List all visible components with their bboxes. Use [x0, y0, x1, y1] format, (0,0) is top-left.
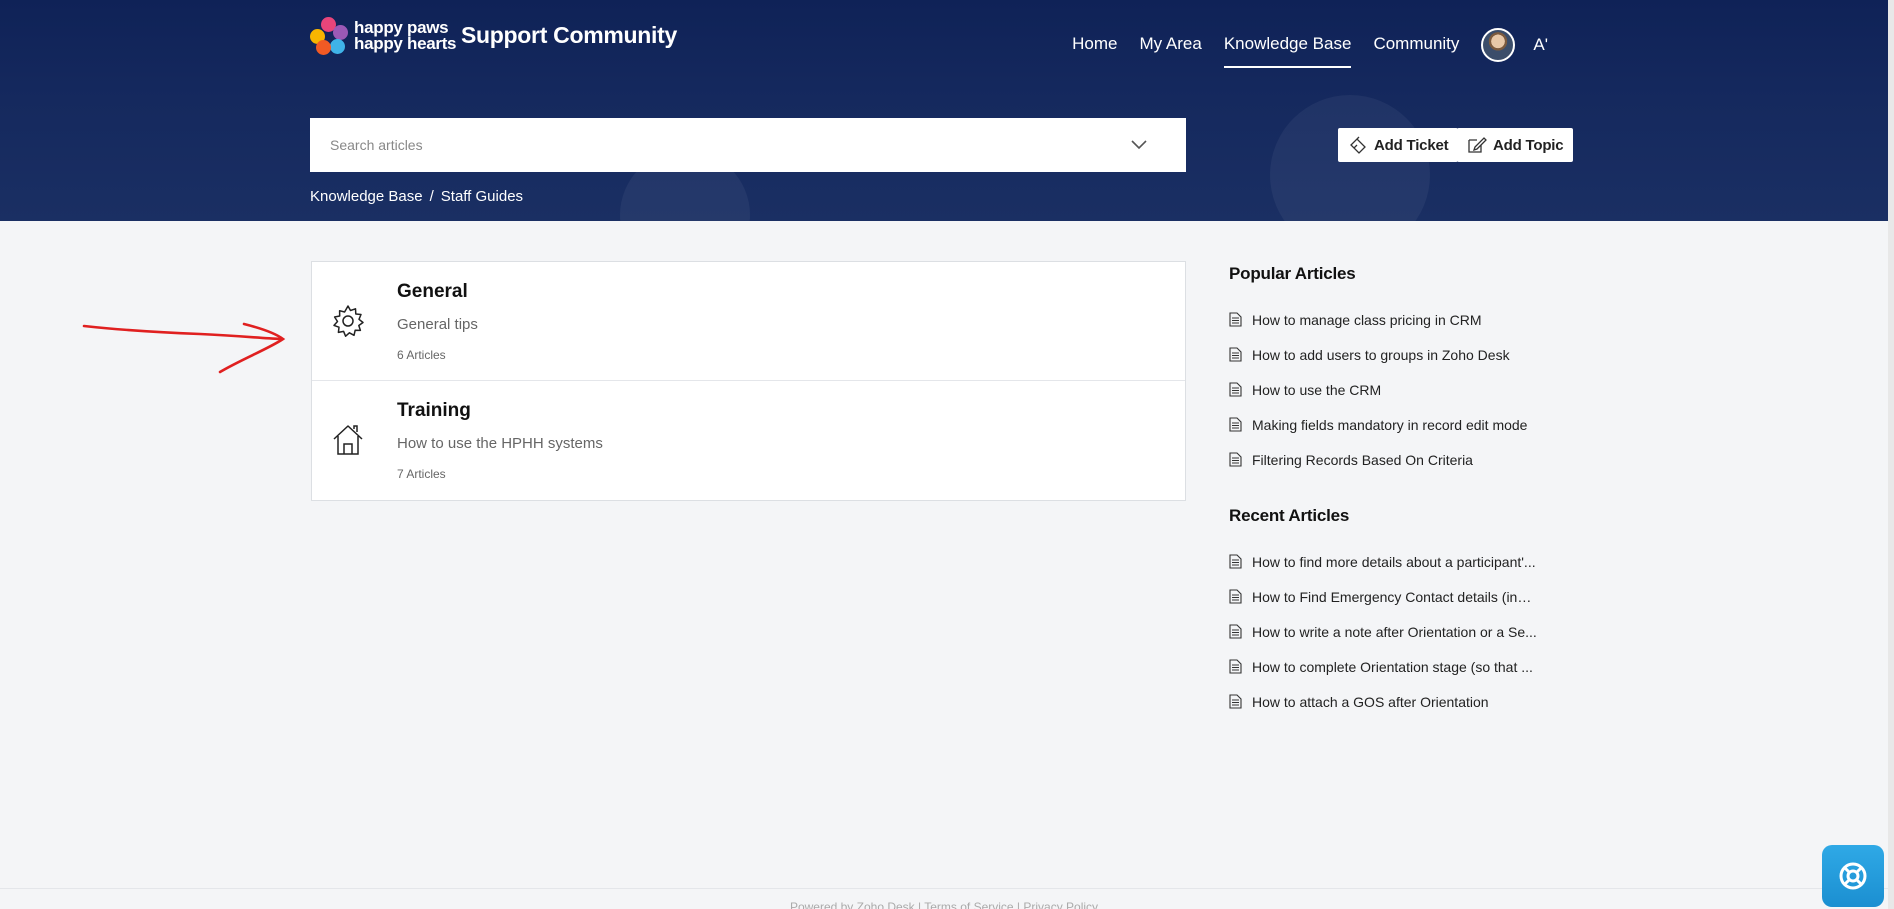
article-link[interactable]: How to complete Orientation stage (so th…: [1229, 649, 1569, 684]
article-link[interactable]: How to manage class pricing in CRM: [1229, 302, 1569, 337]
chevron-down-icon[interactable]: [1130, 136, 1148, 154]
breadcrumb-current: Staff Guides: [440, 188, 524, 205]
article-title: Filtering Records Based On Criteria: [1252, 451, 1473, 468]
category-description: General tips: [397, 316, 478, 333]
article-link[interactable]: Filtering Records Based On Criteria: [1229, 442, 1569, 477]
page-footer: Powered by Zoho Desk | Terms of Service …: [0, 888, 1888, 909]
article-title: How to write a note after Orientation or…: [1252, 623, 1537, 640]
document-icon: [1229, 417, 1242, 432]
document-icon: [1229, 382, 1242, 397]
search-input[interactable]: [330, 137, 1130, 153]
site-title[interactable]: Support Community: [461, 22, 677, 49]
logo-wordmark: happy paws happy hearts: [354, 19, 457, 53]
add-topic-button[interactable]: Add Topic: [1457, 128, 1574, 162]
article-title: Making fields mandatory in record edit m…: [1252, 416, 1528, 433]
document-icon: [1229, 659, 1242, 674]
category-card-general[interactable]: General General tips 6 Articles: [312, 262, 1185, 381]
user-avatar[interactable]: [1481, 28, 1516, 62]
popular-articles-heading: Popular Articles: [1229, 264, 1356, 283]
nav-my-area[interactable]: My Area: [1139, 34, 1201, 68]
category-article-count: 7 Articles: [397, 467, 446, 481]
ticket-icon: [1350, 136, 1366, 154]
article-link[interactable]: Making fields mandatory in record edit m…: [1229, 407, 1569, 442]
category-title[interactable]: Training: [397, 400, 471, 422]
popular-articles-panel: Popular Articles How to manage class pri…: [1229, 264, 1569, 477]
breadcrumb: Knowledge Base / Staff Guides: [310, 188, 523, 205]
article-link[interactable]: How to Find Emergency Contact details (i…: [1229, 579, 1569, 614]
page-scrollbar[interactable]: [1888, 0, 1894, 909]
category-list: General General tips 6 Articles Training…: [311, 261, 1186, 501]
article-link[interactable]: How to use the CRM: [1229, 372, 1569, 407]
document-icon: [1229, 452, 1242, 467]
recent-articles-list: How to find more details about a partici…: [1229, 544, 1569, 719]
category-card-training[interactable]: Training How to use the HPHH systems 7 A…: [312, 381, 1185, 500]
add-ticket-button[interactable]: Add Ticket: [1338, 128, 1459, 162]
article-title: How to complete Orientation stage (so th…: [1252, 658, 1533, 675]
breadcrumb-separator: /: [429, 188, 434, 205]
article-link[interactable]: How to write a note after Orientation or…: [1229, 614, 1569, 649]
document-icon: [1229, 312, 1242, 327]
font-size-toggle[interactable]: A': [1533, 35, 1548, 55]
article-title: How to attach a GOS after Orientation: [1252, 693, 1489, 710]
recent-articles-heading: Recent Articles: [1229, 506, 1350, 525]
document-icon: [1229, 694, 1242, 709]
article-title: How to use the CRM: [1252, 381, 1382, 398]
brand-logo[interactable]: happy paws happy hearts: [310, 17, 457, 55]
lifebuoy-icon: [1839, 862, 1867, 890]
article-link[interactable]: How to add users to groups in Zoho Desk: [1229, 337, 1569, 372]
search-bar: [310, 118, 1186, 172]
article-link[interactable]: How to attach a GOS after Orientation: [1229, 684, 1569, 719]
article-title: How to find more details about a partici…: [1252, 553, 1536, 570]
document-icon: [1229, 589, 1242, 604]
category-title[interactable]: General: [397, 281, 468, 303]
nav-knowledge-base[interactable]: Knowledge Base: [1223, 34, 1352, 68]
gear-icon: [333, 305, 364, 337]
document-icon: [1229, 624, 1242, 639]
document-icon: [1229, 554, 1242, 569]
article-title: How to manage class pricing in CRM: [1252, 311, 1482, 328]
main-nav: Home My Area Knowledge Base Community A': [1050, 22, 1548, 68]
paw-logo-icon: [310, 17, 348, 55]
nav-community[interactable]: Community: [1373, 34, 1459, 68]
article-link[interactable]: How to find more details about a partici…: [1229, 544, 1569, 579]
nav-home[interactable]: Home: [1072, 34, 1117, 68]
category-description: How to use the HPHH systems: [397, 435, 603, 452]
article-title: How to Find Emergency Contact details (i…: [1252, 588, 1538, 605]
add-ticket-label: Add Ticket: [1374, 136, 1449, 154]
breadcrumb-root[interactable]: Knowledge Base: [310, 188, 423, 205]
recent-articles-panel: Recent Articles How to find more details…: [1229, 506, 1569, 719]
document-icon: [1229, 347, 1242, 362]
category-article-count: 6 Articles: [397, 348, 446, 362]
popular-articles-list: How to manage class pricing in CRM How t…: [1229, 302, 1569, 477]
add-topic-label: Add Topic: [1493, 136, 1564, 154]
house-icon: [333, 425, 363, 455]
article-title: How to add users to groups in Zoho Desk: [1252, 346, 1510, 363]
annotation-arrow-icon: [82, 322, 286, 374]
logo-line-2: happy hearts: [354, 34, 457, 53]
header-banner: happy paws happy hearts Support Communit…: [0, 0, 1888, 221]
edit-icon: [1468, 137, 1487, 153]
help-widget-button[interactable]: [1822, 845, 1884, 907]
